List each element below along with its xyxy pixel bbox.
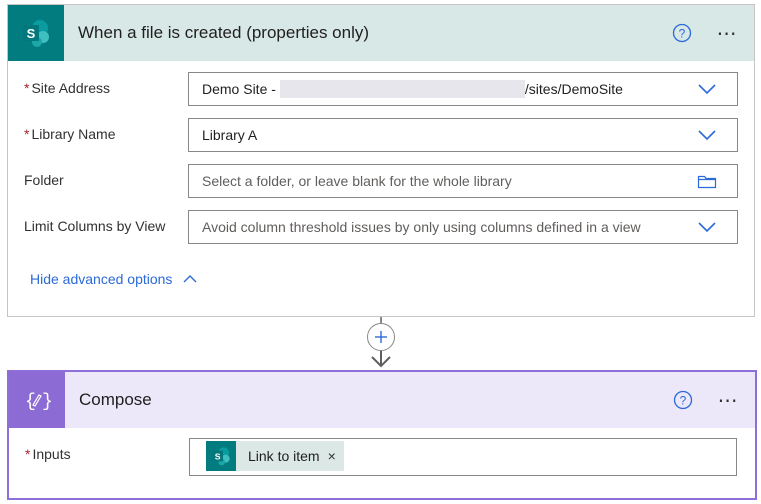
sharepoint-icon: S [8, 5, 64, 61]
library-name-dropdown[interactable]: Library A [188, 118, 738, 152]
inputs-label: * Inputs [25, 446, 71, 462]
inputs-row: * Inputs S Link to item × [25, 438, 737, 476]
sharepoint-icon: S [206, 441, 236, 471]
chevron-down-icon[interactable] [697, 126, 717, 144]
folder-label: Folder [24, 172, 64, 188]
more-options-icon[interactable]: ⋯ [712, 23, 742, 45]
chevron-up-icon [182, 274, 198, 284]
library-name-row: * Library Name Library A [24, 118, 738, 154]
compose-card: { } Compose ? ⋯ *Inputs [7, 370, 757, 500]
limit-columns-placeholder: Avoid column threshold issues by only us… [202, 219, 641, 235]
svg-text:?: ? [679, 27, 686, 41]
more-options-icon[interactable]: ⋯ [713, 390, 743, 412]
svg-text:S: S [27, 26, 36, 41]
trigger-card: S When a file is created (properties onl… [7, 4, 755, 317]
folder-input[interactable]: Select a folder, or leave blank for the … [188, 164, 738, 198]
svg-text:}: } [42, 392, 51, 412]
hide-advanced-options-label: Hide advanced options [30, 271, 173, 287]
trigger-title: When a file is created (properties only) [78, 23, 370, 42]
library-name-label: * Library Name [24, 126, 116, 142]
folder-row: Folder Select a folder, or leave blank f… [24, 164, 738, 200]
site-address-row: * Site Address Demo Site - /sites/DemoSit… [24, 72, 738, 108]
dynamic-content-token[interactable]: S Link to item × [206, 441, 344, 471]
compose-card-header[interactable]: { } Compose ? ⋯ [9, 372, 755, 428]
help-icon[interactable]: ? [673, 390, 693, 410]
site-address-dropdown[interactable]: Demo Site - /sites/DemoSite [188, 72, 738, 106]
add-step-button[interactable] [367, 323, 395, 351]
chevron-down-icon[interactable] [697, 218, 717, 236]
site-address-label: * Site Address [24, 80, 111, 96]
plus-icon [375, 331, 387, 343]
compose-icon: { } [9, 372, 65, 428]
site-address-suffix: /sites/DemoSite [524, 81, 623, 97]
help-icon[interactable]: ? [672, 23, 692, 43]
folder-icon[interactable] [697, 172, 717, 190]
inputs-field[interactable]: S Link to item × [189, 438, 737, 476]
svg-text:S: S [215, 451, 221, 461]
token-label: Link to item [248, 448, 320, 464]
remove-token-icon[interactable]: × [328, 448, 336, 464]
compose-title: Compose [79, 390, 152, 409]
limit-columns-label: Limit Columns by View [24, 218, 166, 234]
hide-advanced-options-link[interactable]: Hide advanced options [30, 271, 198, 287]
flow-canvas: S When a file is created (properties onl… [0, 0, 761, 504]
limit-columns-row: Limit Columns by View Avoid column thres… [24, 210, 738, 246]
trigger-card-header[interactable]: S When a file is created (properties onl… [8, 5, 754, 61]
redacted-region [279, 80, 525, 98]
library-name-value: Library A [202, 127, 258, 143]
chevron-down-icon[interactable] [697, 80, 717, 98]
folder-placeholder: Select a folder, or leave blank for the … [202, 173, 512, 189]
limit-columns-dropdown[interactable]: Avoid column threshold issues by only us… [188, 210, 738, 244]
site-address-prefix: Demo Site - [202, 81, 276, 97]
svg-text:?: ? [680, 394, 687, 408]
